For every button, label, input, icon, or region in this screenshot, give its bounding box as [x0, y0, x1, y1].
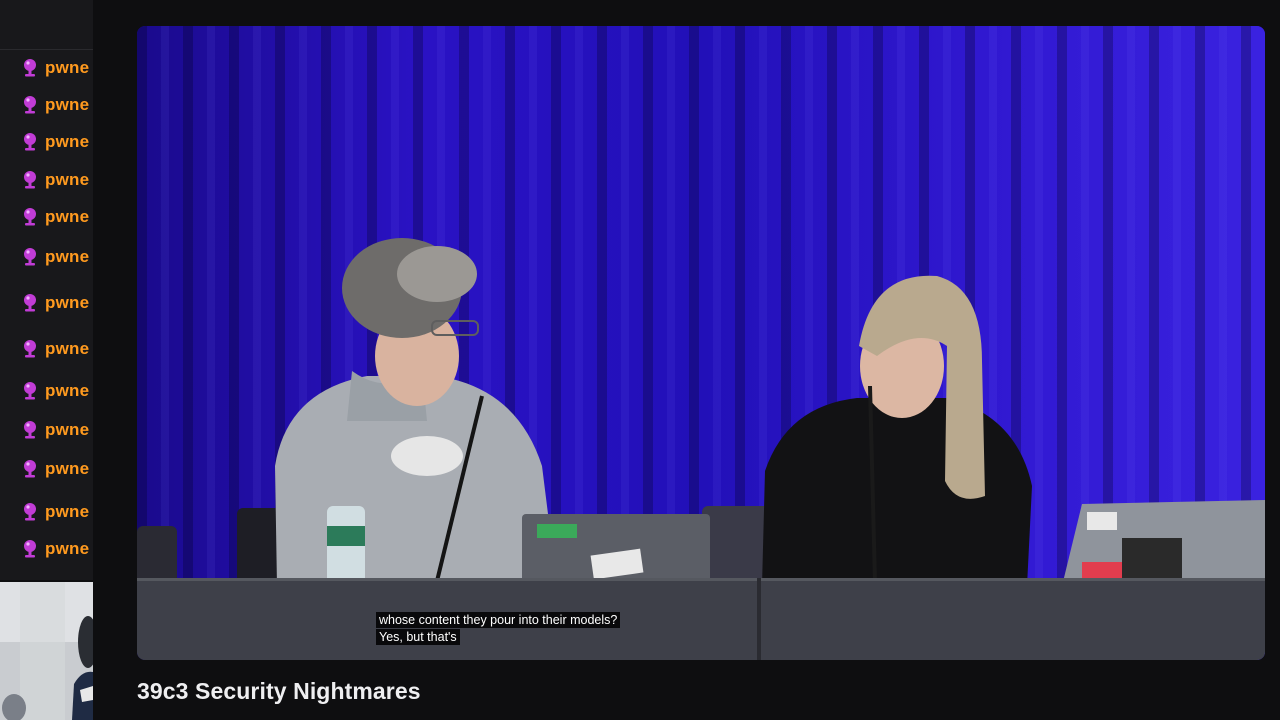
chat-message[interactable]: pwne — [20, 337, 89, 361]
chat-message[interactable]: pwne — [20, 418, 89, 442]
microphone-badge-icon — [20, 58, 40, 78]
chat-message[interactable]: pwne — [20, 291, 89, 315]
chat-message[interactable]: pwne — [20, 168, 89, 192]
chat-message[interactable]: pwne — [20, 93, 89, 117]
chat-message[interactable]: pwne — [20, 379, 89, 403]
closed-captions: whose content they pour into their model… — [376, 612, 621, 646]
microphone-badge-icon — [20, 502, 40, 522]
streamer-webcam — [0, 582, 93, 720]
chat-username[interactable]: pwne — [45, 539, 89, 559]
chat-header-divider — [0, 49, 93, 50]
chat-message[interactable]: pwne — [20, 130, 89, 154]
microphone-badge-icon — [20, 132, 40, 152]
chat-username[interactable]: pwne — [45, 132, 89, 152]
chat-message[interactable]: pwne — [20, 205, 89, 229]
microphone-badge-icon — [20, 293, 40, 313]
microphone-badge-icon — [20, 339, 40, 359]
chat-username[interactable]: pwne — [45, 58, 89, 78]
chat-username[interactable]: pwne — [45, 381, 89, 401]
caption-line-2: Yes, but that's — [376, 629, 460, 645]
chat-username[interactable]: pwne — [45, 207, 89, 227]
chat-username[interactable]: pwne — [45, 95, 89, 115]
chat-panel: pwne pwne pwne pwne pwne pwne pwne pwne pwne pwne… — [0, 0, 93, 580]
microphone-badge-icon — [20, 207, 40, 227]
chat-username[interactable]: pwne — [45, 293, 89, 313]
chat-message[interactable]: pwne — [20, 56, 89, 80]
chat-username[interactable]: pwne — [45, 170, 89, 190]
microphone-badge-icon — [20, 459, 40, 479]
chat-username[interactable]: pwne — [45, 247, 89, 267]
chat-message[interactable]: pwne — [20, 457, 89, 481]
chat-message[interactable]: pwne — [20, 500, 89, 524]
chat-username[interactable]: pwne — [45, 502, 89, 522]
chat-message[interactable]: pwne — [20, 245, 89, 269]
video-player[interactable]: whose content they pour into their model… — [137, 26, 1265, 660]
stage-scene — [137, 26, 1265, 660]
microphone-badge-icon — [20, 381, 40, 401]
chat-username[interactable]: pwne — [45, 420, 89, 440]
caption-line-1: whose content they pour into their model… — [376, 612, 621, 628]
microphone-badge-icon — [20, 539, 40, 559]
stream-title: 39c3 Security Nightmares — [137, 678, 421, 704]
microphone-badge-icon — [20, 420, 40, 440]
chat-message[interactable]: pwne — [20, 537, 89, 561]
microphone-badge-icon — [20, 247, 40, 267]
microphone-badge-icon — [20, 170, 40, 190]
microphone-badge-icon — [20, 95, 40, 115]
chat-username[interactable]: pwne — [45, 339, 89, 359]
chat-username[interactable]: pwne — [45, 459, 89, 479]
